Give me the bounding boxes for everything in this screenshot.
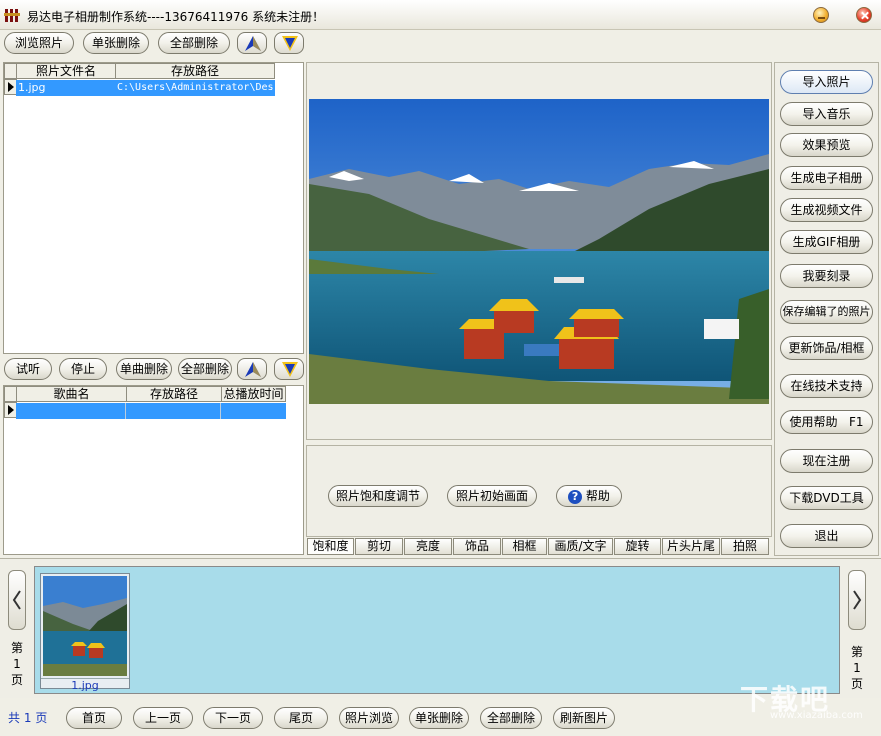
thumbnail-image <box>43 576 127 676</box>
prev-page-button[interactable]: 上一页 <box>133 707 193 729</box>
scroll-right-button[interactable] <box>848 570 866 630</box>
title-bar: 易达电子相册制作系统----13676411976 系统未注册！ <box>0 0 881 30</box>
register-now-button[interactable]: 现在注册 <box>780 449 873 473</box>
minimize-button[interactable] <box>813 7 829 23</box>
table-row-path[interactable] <box>126 403 221 419</box>
thumbnail-label: 1.jpg <box>41 678 129 692</box>
watermark-url: www.xiazaiba.com <box>770 710 863 721</box>
photo-browse-button[interactable]: 照片浏览 <box>339 707 399 729</box>
first-page-button[interactable]: 首页 <box>66 707 122 729</box>
generate-album-button[interactable]: 生成电子相册 <box>780 166 873 190</box>
refresh-images-button[interactable]: 刷新图片 <box>553 707 615 729</box>
tab-saturation[interactable]: 饱和度 <box>307 538 354 555</box>
generate-video-button[interactable]: 生成视频文件 <box>780 198 873 222</box>
thumbnail-item[interactable]: 1.jpg <box>40 573 130 692</box>
tab-crop[interactable]: 剪切 <box>355 538 403 555</box>
footer-delete-single-button[interactable]: 单张删除 <box>409 707 469 729</box>
tab-frame[interactable]: 相框 <box>502 538 547 555</box>
preview-panel <box>306 62 772 440</box>
table-row-song[interactable] <box>16 403 126 419</box>
help-label: 帮助 <box>585 489 610 503</box>
move-up-button[interactable] <box>237 32 267 54</box>
chevron-left-icon <box>12 590 21 610</box>
reset-photo-button[interactable]: 照片初始画面 <box>447 485 537 507</box>
last-page-button[interactable]: 尾页 <box>274 707 328 729</box>
table-row-path[interactable]: C:\Users\Administrator\Des <box>115 80 275 96</box>
delete-single-song-button[interactable]: 单曲删除 <box>116 358 172 380</box>
page-indicator-right: 第1页 <box>850 645 863 691</box>
move-down-button[interactable] <box>274 32 304 54</box>
usage-help-button[interactable]: 使用帮助 F1 <box>780 410 873 434</box>
import-music-button[interactable]: 导入音乐 <box>780 102 873 126</box>
online-support-button[interactable]: 在线技术支持 <box>780 374 873 398</box>
stop-button[interactable]: 停止 <box>59 358 107 380</box>
column-header-song[interactable]: 歌曲名 <box>16 386 127 402</box>
saturation-adjust-button[interactable]: 照片饱和度调节 <box>328 485 428 507</box>
song-move-up-button[interactable] <box>237 358 267 380</box>
current-row-arrow-icon <box>8 82 14 92</box>
listen-button[interactable]: 试听 <box>4 358 52 380</box>
column-header-duration[interactable]: 总播放时间 <box>221 386 286 402</box>
music-list-table[interactable]: 歌曲名 存放路径 总播放时间 <box>3 385 304 555</box>
chevron-right-icon <box>853 590 862 610</box>
column-header-path[interactable]: 存放路径 <box>115 63 275 79</box>
generate-gif-button[interactable]: 生成GIF相册 <box>780 230 873 254</box>
exit-button[interactable]: 退出 <box>780 524 873 548</box>
arrow-up-icon <box>245 36 261 51</box>
delete-single-photo-button[interactable]: 单张删除 <box>83 32 149 54</box>
tab-intro-outro[interactable]: 片头片尾 <box>662 538 720 555</box>
help-icon: ? <box>568 489 583 504</box>
delete-all-photos-button[interactable]: 全部删除 <box>158 32 230 54</box>
footer-delete-all-button[interactable]: 全部删除 <box>480 707 542 729</box>
import-photos-button[interactable]: 导入照片 <box>780 70 873 94</box>
arrow-down-icon <box>282 36 298 51</box>
table-row-duration[interactable] <box>221 403 286 419</box>
next-page-button[interactable]: 下一页 <box>203 707 263 729</box>
delete-all-songs-button[interactable]: 全部删除 <box>178 358 232 380</box>
tab-rotate[interactable]: 旋转 <box>614 538 661 555</box>
tab-brightness[interactable]: 亮度 <box>404 538 452 555</box>
current-row-arrow-icon <box>8 405 14 415</box>
column-header-filename[interactable]: 照片文件名 <box>16 63 116 79</box>
save-edited-photo-button[interactable]: 保存编辑了的照片 <box>780 300 873 324</box>
column-header-path[interactable]: 存放路径 <box>126 386 222 402</box>
app-icon <box>4 9 20 22</box>
thumbnail-strip: 1.jpg <box>34 566 840 694</box>
browse-photos-button[interactable]: 浏览照片 <box>4 32 74 54</box>
adjust-panel: 照片饱和度调节 照片初始画面 ? 帮助 <box>306 445 772 537</box>
tab-ornaments[interactable]: 饰品 <box>453 538 501 555</box>
scroll-left-button[interactable] <box>8 570 26 630</box>
window-title: 易达电子相册制作系统----13676411976 系统未注册！ <box>27 10 325 24</box>
download-dvd-tool-button[interactable]: 下载DVD工具 <box>780 486 873 510</box>
page-indicator-left: 第1页 <box>10 641 23 687</box>
preview-photo[interactable] <box>309 99 769 404</box>
photo-list-table[interactable]: 照片文件名 存放路径 1.jpg C:\Users\Administrator\… <box>3 62 304 354</box>
help-button[interactable]: ? 帮助 <box>556 485 622 507</box>
burn-disc-button[interactable]: 我要刻录 <box>780 264 873 288</box>
tab-photo-capture[interactable]: 拍照 <box>721 538 769 555</box>
arrow-down-icon <box>282 362 298 377</box>
arrow-up-icon <box>245 362 261 377</box>
tab-quality-text[interactable]: 画质/文字 <box>548 538 613 555</box>
update-ornaments-button[interactable]: 更新饰品/相框 <box>780 336 873 360</box>
close-button[interactable] <box>856 7 872 23</box>
preview-effect-button[interactable]: 效果预览 <box>780 133 873 157</box>
song-move-down-button[interactable] <box>274 358 304 380</box>
table-row-filename[interactable]: 1.jpg <box>16 80 115 96</box>
total-pages-label: 共 1 页 <box>8 711 48 725</box>
